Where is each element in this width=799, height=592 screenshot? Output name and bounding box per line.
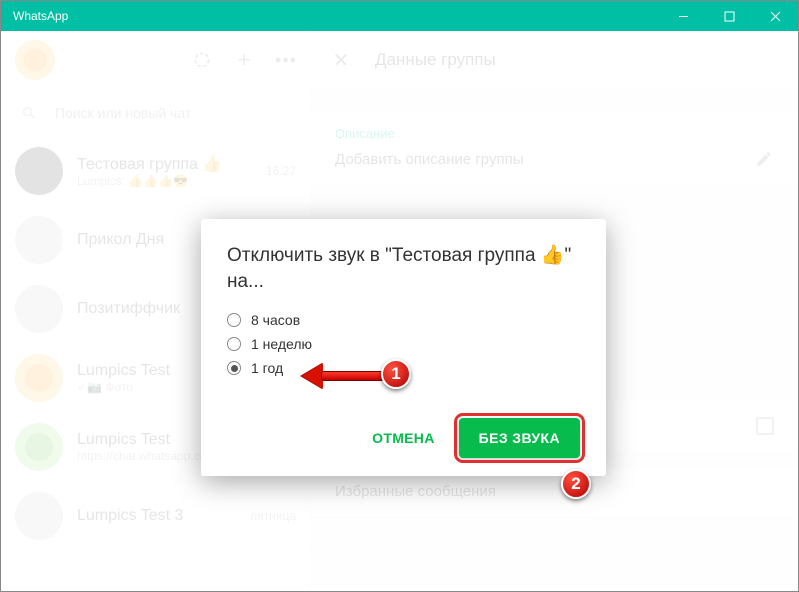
annotation-arrow [301,363,391,389]
window-title: WhatsApp [1,9,68,23]
window-controls [660,1,798,31]
close-button[interactable] [752,1,798,31]
dialog-title: Отключить звук в "Тестовая группа 👍" на.… [227,243,580,294]
mute-dialog: Отключить звук в "Тестовая группа 👍" на.… [201,219,606,476]
mute-option-1w[interactable]: 1 неделю [227,336,580,352]
option-label: 1 неделю [251,336,312,352]
radio-icon [227,313,241,327]
annotation-marker-1: 1 [381,359,411,389]
option-label: 8 часов [251,312,300,328]
maximize-button[interactable] [706,1,752,31]
radio-icon [227,337,241,351]
titlebar: WhatsApp [1,1,798,31]
dialog-actions: ОТМЕНА БЕЗ ЗВУКА [227,418,580,458]
minimize-button[interactable] [660,1,706,31]
radio-icon-selected [227,361,241,375]
option-label: 1 год [251,360,283,376]
mute-option-8h[interactable]: 8 часов [227,312,580,328]
annotation-marker-2: 2 [561,469,591,499]
cancel-button[interactable]: ОТМЕНА [358,420,448,456]
confirm-mute-button[interactable]: БЕЗ ЗВУКА [459,418,580,458]
